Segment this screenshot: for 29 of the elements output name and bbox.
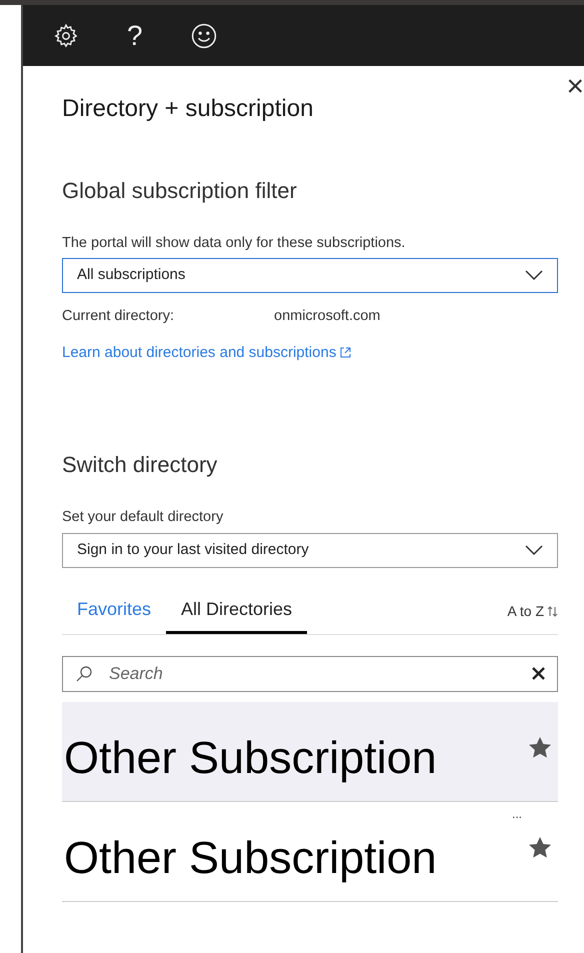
- section-heading: Switch directory: [62, 451, 218, 479]
- search-icon: [75, 664, 93, 683]
- current-directory-label: Current directory:: [62, 306, 176, 326]
- sort-button[interactable]: A to Z: [507, 600, 558, 634]
- current-directory-value: onmicrosoft.com: [274, 306, 380, 326]
- star-icon[interactable]: [528, 836, 552, 860]
- default-directory-label: Set your default directory: [62, 508, 224, 527]
- more-button[interactable]: ...: [512, 808, 522, 820]
- tab[interactable]: All Directories: [166, 596, 308, 634]
- search-field[interactable]: Search: [62, 656, 558, 692]
- help-button[interactable]: ?: [127, 22, 143, 50]
- search-input[interactable]: Search: [109, 661, 516, 686]
- sort-arrows-icon: [547, 606, 558, 617]
- panel-title: Directory + subscription: [62, 94, 314, 124]
- section-heading: Global subscription filter: [62, 177, 297, 205]
- learn-link[interactable]: Learn about directories and subscriptions: [62, 342, 352, 364]
- smiley-icon[interactable]: [190, 22, 217, 48]
- star-icon[interactable]: [528, 736, 552, 760]
- tab[interactable]: Favorites: [62, 596, 166, 634]
- close-button[interactable]: ×: [566, 72, 584, 102]
- filter-description: The portal will show data only for these subscriptions.: [62, 234, 406, 253]
- external-link-icon: [340, 347, 352, 358]
- settings-icon[interactable]: [53, 22, 79, 48]
- subscription-dropdown[interactable]: All subscriptions: [62, 258, 558, 293]
- directory-row[interactable]: Other Subscription: [62, 702, 558, 802]
- clear-icon[interactable]: [532, 667, 545, 680]
- chevron-down-icon: [525, 545, 543, 556]
- chevron-down-icon: [525, 270, 543, 280]
- default-directory-dropdown[interactable]: Sign in to your last visited directory: [62, 532, 558, 568]
